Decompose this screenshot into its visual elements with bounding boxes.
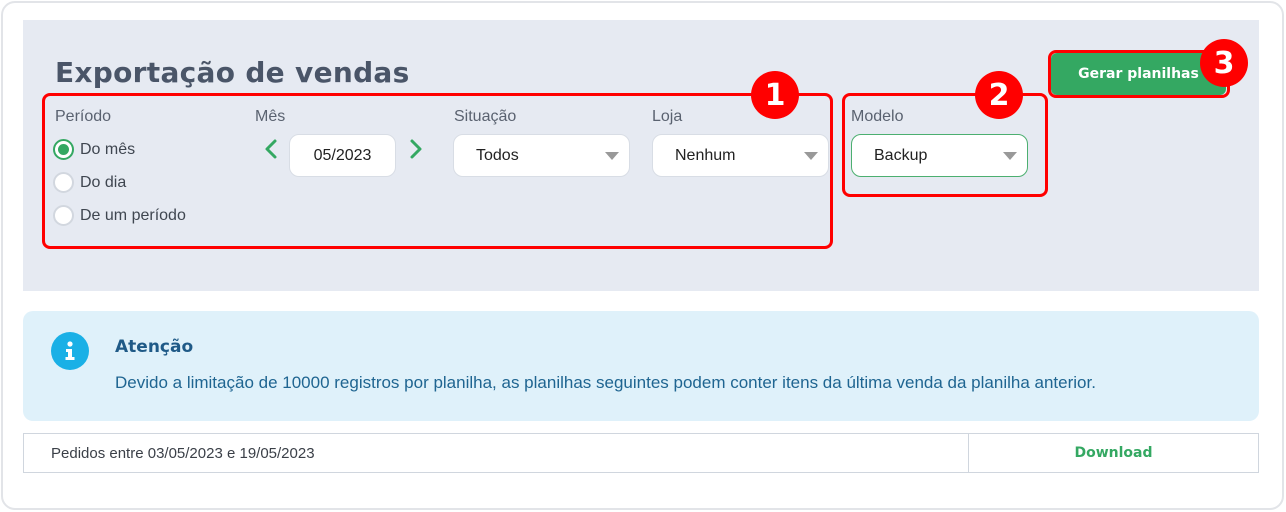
result-label: Pedidos entre 03/05/2023 e 19/05/2023 <box>51 444 315 462</box>
attention-alert: Atenção Devido a limitação de 10000 regi… <box>23 311 1259 421</box>
annotation-number-1: 1 <box>751 71 799 119</box>
annotation-number-3: 3 <box>1200 39 1248 87</box>
alert-title: Atenção <box>115 337 194 357</box>
alert-message: Devido a limitação de 10000 registros po… <box>115 373 1096 392</box>
download-link[interactable]: Download <box>968 434 1258 472</box>
info-icon <box>51 332 89 370</box>
annotation-number-2: 2 <box>975 71 1023 119</box>
table-row: Pedidos entre 03/05/2023 e 19/05/2023 Do… <box>23 433 1259 473</box>
page-title: Exportação de vendas <box>55 56 410 89</box>
annotation-box-1 <box>42 93 833 249</box>
